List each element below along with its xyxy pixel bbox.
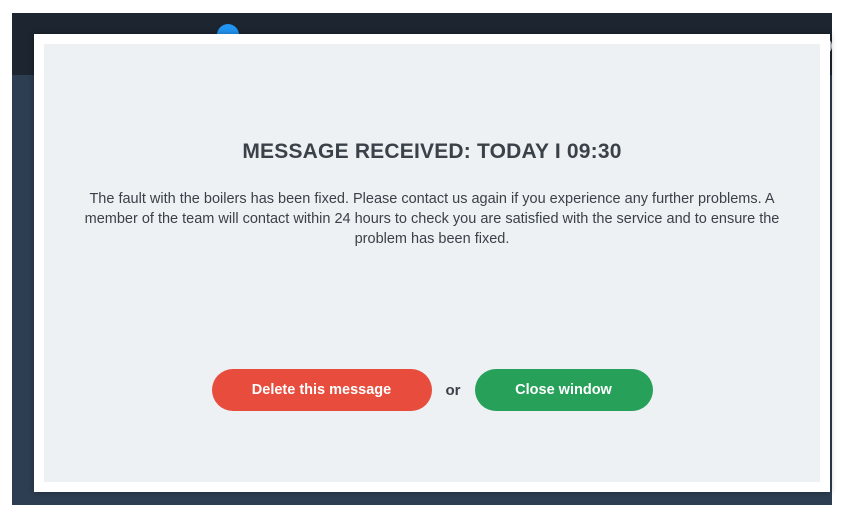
modal-title: MESSAGE RECEIVED: TODAY I 09:30 — [242, 140, 622, 163]
message-body: The fault with the boilers has been fixe… — [84, 191, 780, 247]
message-modal: MESSAGE RECEIVED: TODAY I 09:30 The faul… — [34, 34, 830, 492]
or-separator: or — [445, 381, 461, 399]
close-window-button[interactable]: Close window — [474, 369, 653, 411]
modal-content: MESSAGE RECEIVED: TODAY I 09:30 The faul… — [44, 44, 820, 482]
delete-message-button[interactable]: Delete this message — [211, 369, 432, 411]
modal-actions: Delete this message or Close window — [44, 368, 820, 412]
